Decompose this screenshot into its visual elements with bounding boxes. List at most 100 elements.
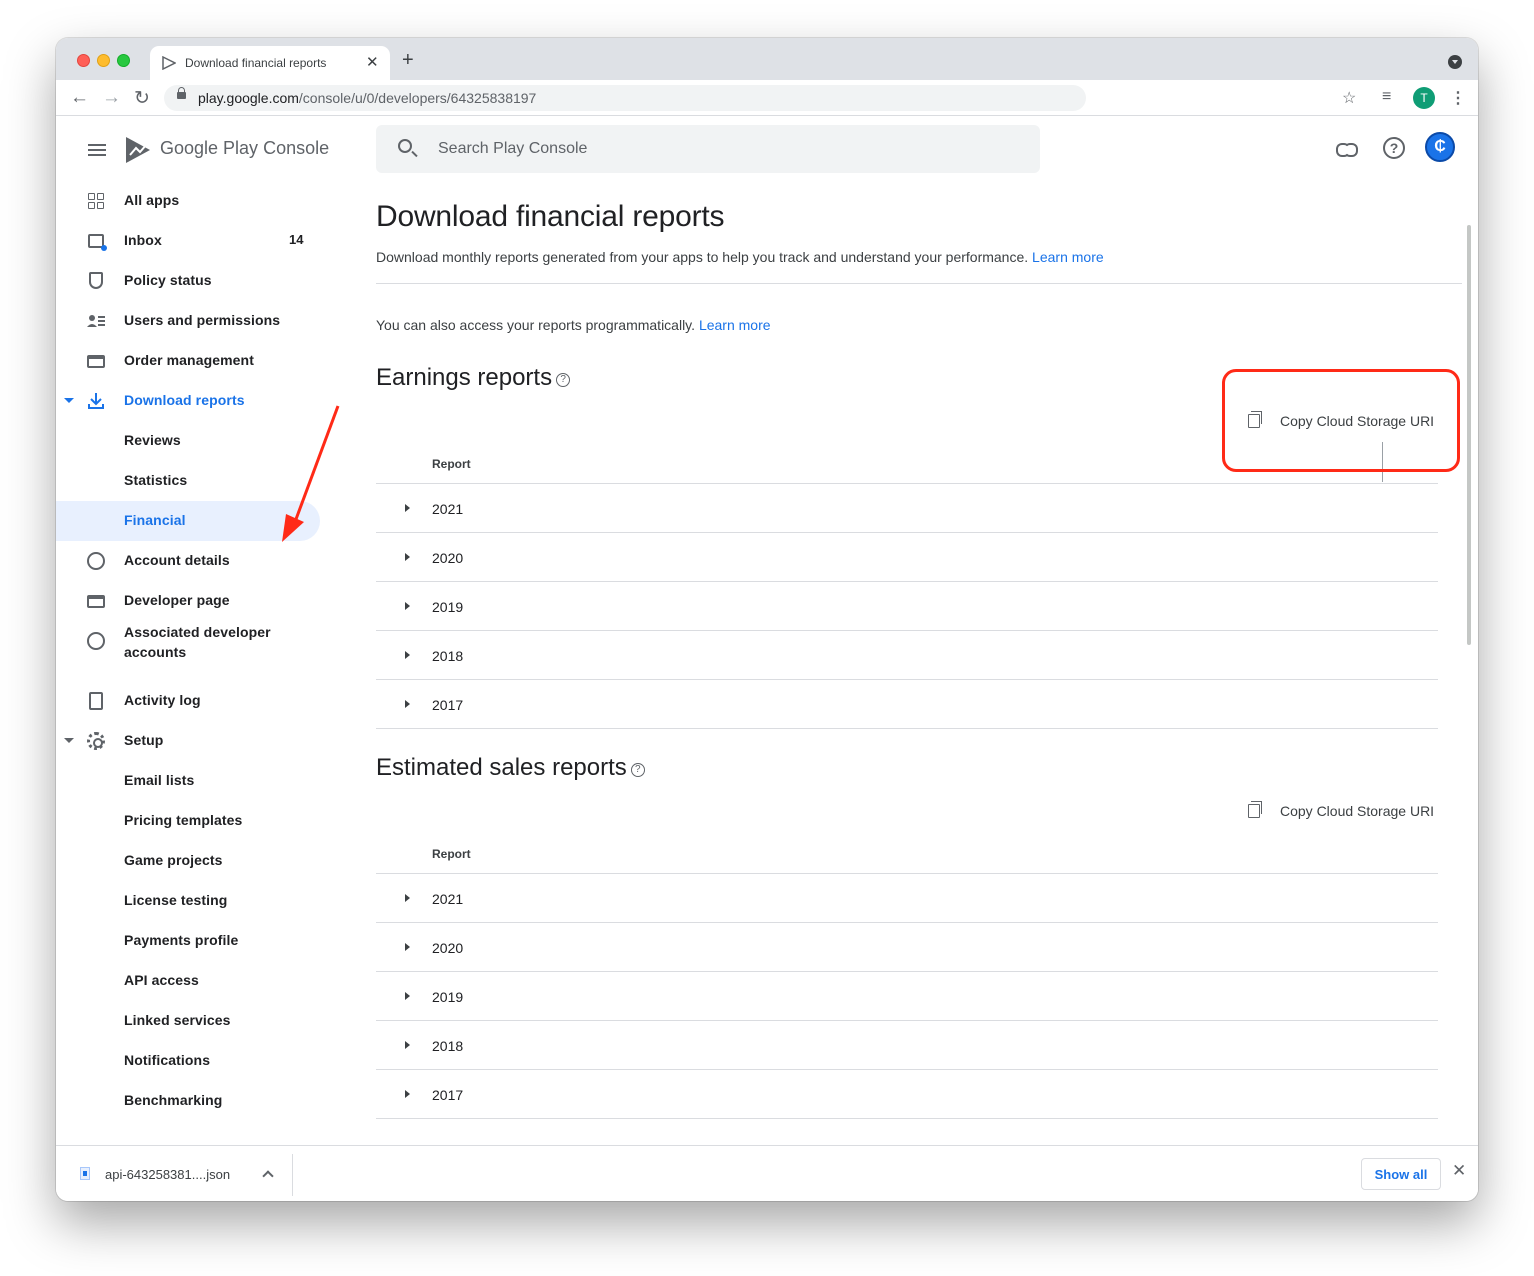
chevron-up-icon[interactable] (262, 1170, 274, 1182)
tab-search-icon[interactable] (1448, 55, 1462, 69)
table-row[interactable]: 2019 (376, 972, 1438, 1021)
sidebar-item-label: Inbox (124, 232, 162, 248)
expand-caret-icon[interactable] (64, 738, 74, 743)
account-circle-icon (86, 551, 106, 571)
linked-accounts-icon (86, 631, 106, 651)
expand-row-icon[interactable] (405, 943, 410, 951)
table-row[interactable]: 2018 (376, 631, 1438, 680)
help-icon[interactable]: ? (556, 373, 571, 387)
expand-row-icon[interactable] (405, 1041, 410, 1049)
close-icon[interactable]: ✕ (1452, 1161, 1466, 1181)
document-icon (86, 691, 106, 711)
expand-row-icon[interactable] (405, 602, 410, 610)
expand-row-icon[interactable] (405, 651, 410, 659)
sidebar-item-order-management[interactable]: Order management (56, 341, 320, 381)
forward-arrow-icon[interactable]: → (102, 87, 121, 109)
web-page-icon (86, 591, 106, 611)
sidebar-item-notifications[interactable]: Notifications (56, 1041, 320, 1081)
table-row[interactable]: 2017 (376, 680, 1438, 729)
sidebar-item-label: Policy status (124, 272, 212, 288)
page-description: Download monthly reports generated from … (376, 249, 1104, 265)
expand-row-icon[interactable] (405, 700, 410, 708)
table-row[interactable]: 2020 (376, 923, 1438, 972)
address-bar[interactable]: play.google.com/console/u/0/developers/6… (164, 85, 1086, 111)
credit-card-icon (86, 351, 106, 371)
reading-list-icon[interactable]: ≡ (1382, 88, 1391, 106)
sidebar-item-linked-services[interactable]: Linked services (56, 1001, 320, 1041)
sidebar-item-inbox[interactable]: Inbox 14 (56, 221, 320, 261)
link-icon[interactable] (1336, 143, 1358, 157)
back-arrow-icon[interactable]: ← (70, 87, 89, 109)
new-tab-button[interactable]: + (402, 49, 414, 72)
developer-account-avatar[interactable]: ₵ (1425, 132, 1455, 162)
report-year: 2017 (432, 697, 464, 713)
search-bar[interactable]: Search Play Console (376, 125, 1040, 173)
table-row[interactable]: 2018 (376, 1021, 1438, 1070)
browser-profile-avatar[interactable]: T (1413, 87, 1435, 109)
sidebar-item-email-lists[interactable]: Email lists (56, 761, 320, 801)
sidebar-item-users-and-permissions[interactable]: Users and permissions (56, 301, 320, 341)
json-file-icon (80, 1167, 90, 1180)
tab-close-icon[interactable]: ✕ (366, 53, 379, 71)
sidebar-item-label: Account details (124, 552, 230, 568)
browser-menu-icon[interactable]: ⋮ (1450, 88, 1466, 108)
sidebar-item-activity-log[interactable]: Activity log (56, 681, 320, 721)
reload-icon[interactable]: ↻ (134, 87, 150, 110)
divider (376, 283, 1462, 284)
copy-cloud-storage-uri-button[interactable]: Copy Cloud Storage URI (1248, 801, 1448, 825)
menu-icon[interactable] (88, 144, 106, 156)
browser-tab[interactable]: Download financial reports ✕ (150, 46, 390, 80)
minimize-window-button[interactable] (97, 54, 110, 67)
report-year: 2019 (432, 989, 464, 1005)
maximize-window-button[interactable] (117, 54, 130, 67)
sidebar-item-license-testing[interactable]: License testing (56, 881, 320, 921)
expand-row-icon[interactable] (405, 894, 410, 902)
expand-row-icon[interactable] (405, 992, 410, 1000)
show-all-button[interactable]: Show all (1361, 1158, 1441, 1190)
shield-icon (86, 271, 106, 291)
lock-icon (177, 87, 186, 99)
page-scrollbar[interactable] (1467, 225, 1471, 645)
browser-window: Download financial reports ✕ + ← → ↻ pla… (56, 38, 1478, 1201)
sidebar-item-label: License testing (124, 892, 228, 908)
expand-row-icon[interactable] (405, 504, 410, 512)
report-year: 2020 (432, 550, 464, 566)
download-icon (88, 393, 104, 409)
sidebar-item-all-apps[interactable]: All apps (56, 181, 320, 221)
table-row[interactable]: 2021 (376, 874, 1438, 923)
sidebar-item-label: Email lists (124, 772, 195, 788)
table-row[interactable]: 2017 (376, 1070, 1438, 1119)
downloaded-file-name[interactable]: api-643258381....json (105, 1167, 230, 1182)
help-icon[interactable]: ? (630, 763, 645, 777)
sidebar-item-label: Setup (124, 732, 164, 748)
sidebar-item-payments-profile[interactable]: Payments profile (56, 921, 320, 961)
sidebar-item-associated-developer-accounts[interactable]: Associated developer accounts (56, 621, 320, 661)
inbox-count-badge: 14 (289, 232, 304, 247)
report-year: 2019 (432, 599, 464, 615)
learn-more-link[interactable]: Learn more (1032, 249, 1104, 265)
table-row[interactable]: 2021 (376, 484, 1438, 533)
report-year: 2021 (432, 891, 464, 907)
play-console-favicon (162, 56, 176, 70)
table-row[interactable]: 2020 (376, 533, 1438, 582)
tab-title: Download financial reports (185, 56, 327, 70)
sidebar-item-label: API access (124, 972, 199, 988)
programmatic-learn-more-link[interactable]: Learn more (699, 317, 771, 333)
expand-row-icon[interactable] (405, 1090, 410, 1098)
sidebar-item-developer-page[interactable]: Developer page (56, 581, 320, 621)
help-icon[interactable]: ? (1383, 137, 1405, 159)
sidebar-item-setup[interactable]: Setup (56, 721, 320, 761)
sidebar-item-label: Activity log (124, 692, 201, 708)
table-row[interactable]: 2019 (376, 582, 1438, 631)
sidebar-item-api-access[interactable]: API access (56, 961, 320, 1001)
sidebar-item-benchmarking[interactable]: Benchmarking (56, 1081, 320, 1121)
download-bar: api-643258381....json Show all ✕ (56, 1145, 1478, 1201)
expand-row-icon[interactable] (405, 553, 410, 561)
expand-caret-icon[interactable] (64, 398, 74, 403)
sidebar-item-policy-status[interactable]: Policy status (56, 261, 320, 301)
bookmark-star-icon[interactable]: ☆ (1342, 88, 1356, 108)
sidebar-item-pricing-templates[interactable]: Pricing templates (56, 801, 320, 841)
product-name: Google Play Console (160, 138, 330, 158)
sidebar-item-game-projects[interactable]: Game projects (56, 841, 320, 881)
close-window-button[interactable] (77, 54, 90, 67)
